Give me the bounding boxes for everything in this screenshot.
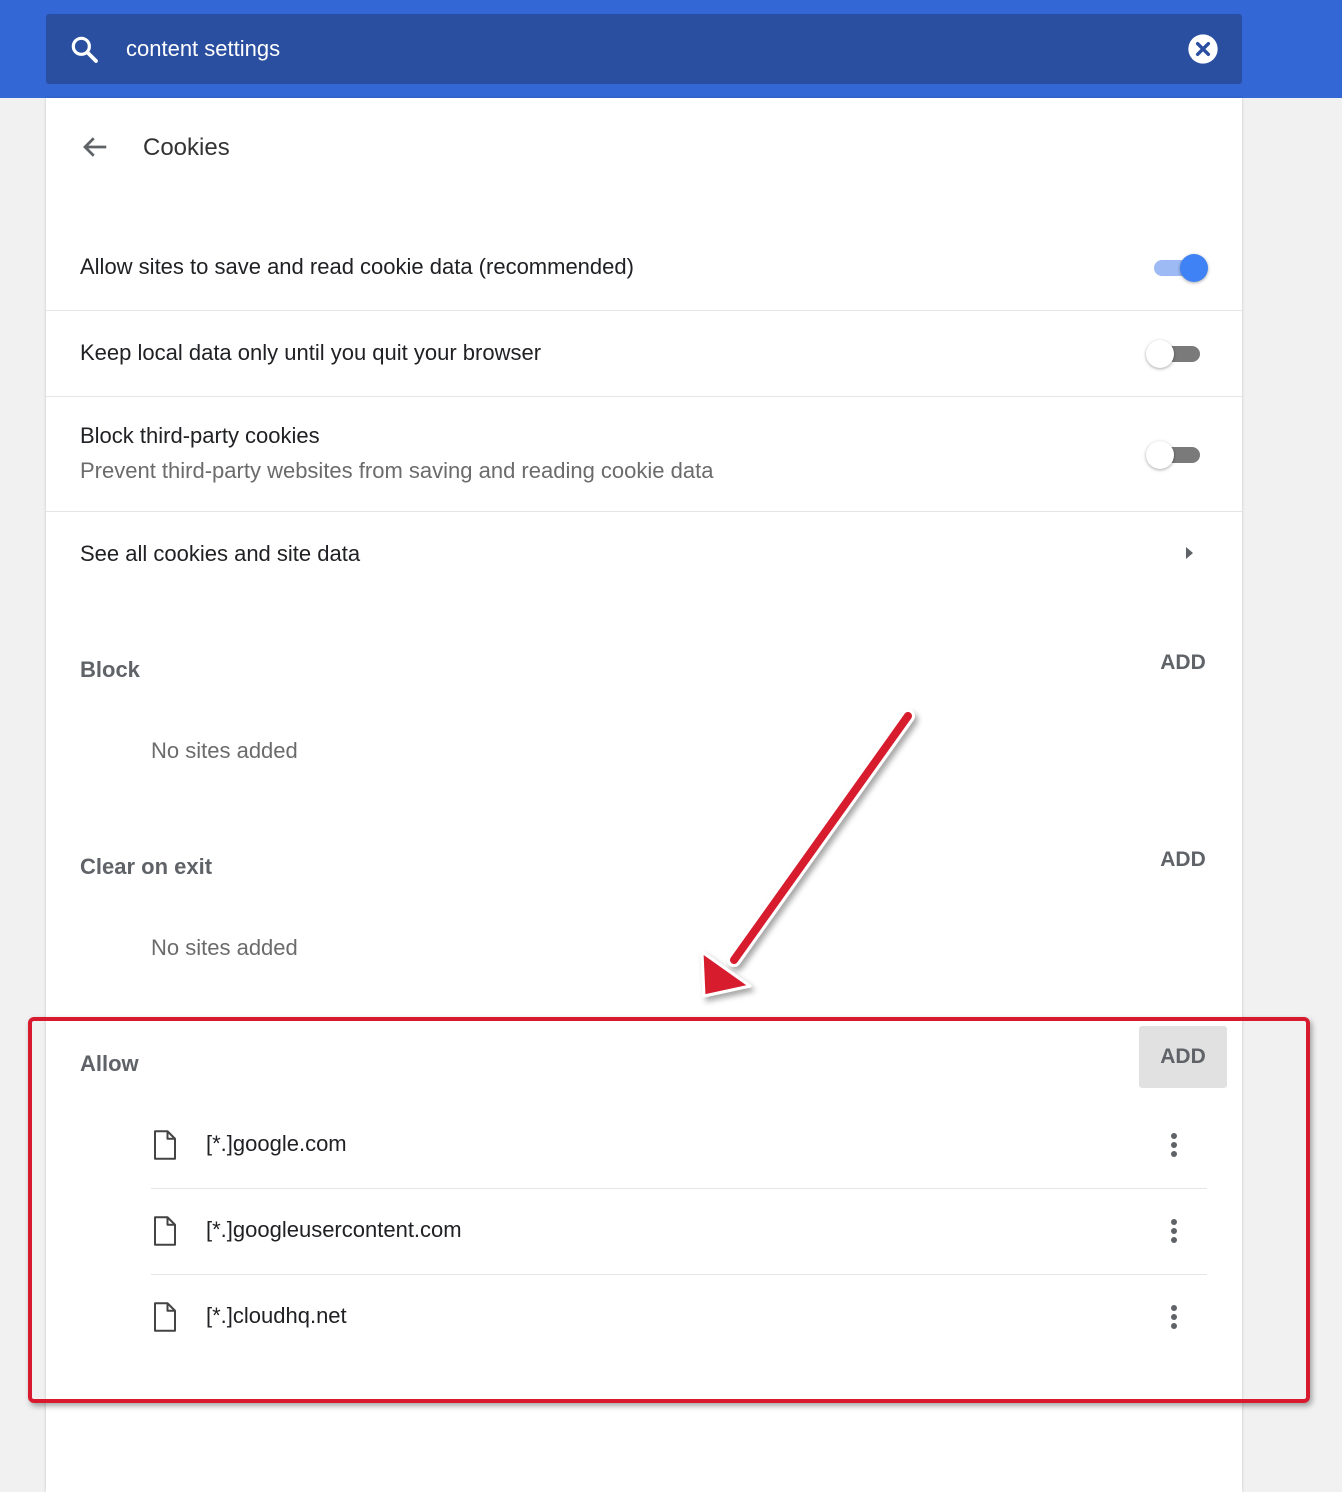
page-title: Cookies [143,134,230,161]
allow-cookies-toggle[interactable] [1148,250,1208,284]
allow-section-heading: Allow [80,1051,139,1076]
divider [46,396,1242,397]
more-vert-icon[interactable] [1159,1300,1189,1334]
clear-on-exit-empty-text: No sites added [151,935,298,960]
site-label: [*.]googleusercontent.com [206,1217,462,1242]
search-icon [71,36,98,63]
block-add-button[interactable]: ADD [1139,632,1227,694]
toggle-knob [1180,254,1208,282]
back-arrow-icon[interactable] [80,132,110,162]
allow-site-row: [*.]googleusercontent.com [151,1188,1207,1274]
file-icon [154,1216,176,1246]
clear-search-icon[interactable] [1187,33,1219,65]
allow-site-row: [*.]cloudhq.net [151,1274,1207,1360]
site-label: [*.]cloudhq.net [206,1303,347,1328]
clear-on-exit-add-button[interactable]: ADD [1139,829,1227,891]
block-section-heading: Block [80,657,140,682]
divider [46,310,1242,311]
allow-site-row: [*.]google.com [151,1102,1207,1188]
site-label: [*.]google.com [206,1131,347,1156]
chevron-right-icon [1186,547,1193,559]
toggle-knob [1146,441,1174,469]
clear-on-exit-heading: Clear on exit [80,854,213,879]
keep-local-label: Keep local data only until you quit your… [80,340,542,365]
keep-local-toggle[interactable] [1146,336,1206,370]
search-input[interactable]: content settings [126,34,280,64]
file-icon [154,1302,176,1332]
more-vert-icon[interactable] [1159,1128,1189,1162]
block-third-party-toggle[interactable] [1146,437,1206,471]
allow-cookies-label: Allow sites to save and read cookie data… [80,254,634,279]
more-vert-icon[interactable] [1159,1214,1189,1248]
header-bar: content settings [0,0,1342,98]
see-all-cookies-label: See all cookies and site data [80,541,361,566]
block-third-party-label: Block third-party cookies [80,423,320,448]
block-empty-text: No sites added [151,738,298,763]
block-third-party-sublabel: Prevent third-party websites from saving… [80,458,714,483]
file-icon [154,1130,176,1160]
toggle-knob [1146,340,1174,368]
allow-add-button[interactable]: ADD [1139,1026,1227,1088]
